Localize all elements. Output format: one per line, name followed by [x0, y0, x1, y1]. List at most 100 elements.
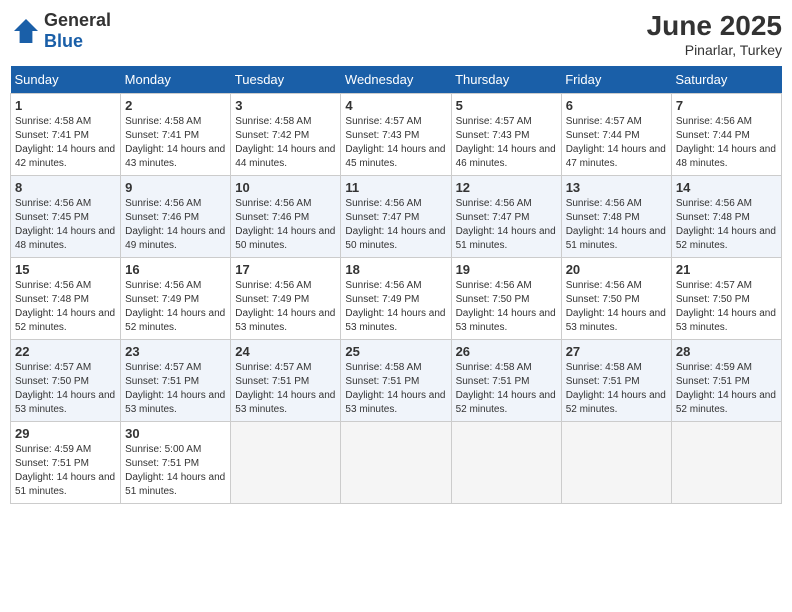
day-number: 21 [676, 262, 777, 277]
calendar-cell: 26 Sunrise: 4:58 AMSunset: 7:51 PMDayligh… [451, 340, 561, 422]
day-number: 1 [15, 98, 116, 113]
logo-blue-text: Blue [44, 31, 83, 51]
day-number: 23 [125, 344, 226, 359]
page-header: General Blue June 2025 Pinarlar, Turkey [10, 10, 782, 58]
day-number: 14 [676, 180, 777, 195]
day-number: 2 [125, 98, 226, 113]
day-info: Sunrise: 4:57 AMSunset: 7:50 PMDaylight:… [676, 279, 777, 335]
calendar-cell: 10 Sunrise: 4:56 AMSunset: 7:46 PMDayligh… [231, 176, 341, 258]
day-info: Sunrise: 4:58 AMSunset: 7:41 PMDaylight:… [15, 115, 116, 171]
calendar-cell: 24Sunrise: 4:57 AMSunset: 7:51 PMDayligh… [231, 340, 341, 422]
day-number: 20 [566, 262, 667, 277]
calendar-cell: 28 Sunrise: 4:59 AMSunset: 7:51 PMDayligh… [671, 340, 781, 422]
calendar-cell: 23 Sunrise: 4:57 AMSunset: 7:51 PMDayligh… [121, 340, 231, 422]
day-number: 13 [566, 180, 667, 195]
day-info: Sunrise: 5:00 AMSunset: 7:51 PMDaylight:… [125, 443, 226, 499]
calendar-cell: 14 Sunrise: 4:56 AMSunset: 7:48 PMDayligh… [671, 176, 781, 258]
day-info: Sunrise: 4:56 AMSunset: 7:49 PMDaylight:… [125, 279, 226, 335]
calendar-cell [341, 422, 451, 504]
day-info: Sunrise: 4:56 AMSunset: 7:50 PMDaylight:… [456, 279, 557, 335]
day-info: Sunrise: 4:56 AMSunset: 7:49 PMDaylight:… [235, 279, 336, 335]
calendar-cell: 4 Sunrise: 4:57 AMSunset: 7:43 PMDaylight… [341, 94, 451, 176]
day-info: Sunrise: 4:56 AMSunset: 7:48 PMDaylight:… [676, 197, 777, 253]
calendar-cell: 2 Sunrise: 4:58 AMSunset: 7:41 PMDaylight… [121, 94, 231, 176]
day-number: 6 [566, 98, 667, 113]
calendar-cell: 7 Sunrise: 4:56 AMSunset: 7:44 PMDaylight… [671, 94, 781, 176]
weekday-header-row: SundayMondayTuesdayWednesdayThursdayFrid… [11, 66, 782, 94]
day-number: 27 [566, 344, 667, 359]
day-number: 10 [235, 180, 336, 195]
day-info: Sunrise: 4:57 AMSunset: 7:51 PMDaylight:… [125, 361, 226, 417]
weekday-header-monday: Monday [121, 66, 231, 94]
day-info: Sunrise: 4:56 AMSunset: 7:46 PMDaylight:… [235, 197, 336, 253]
day-info: Sunrise: 4:58 AMSunset: 7:51 PMDaylight:… [456, 361, 557, 417]
weekday-header-thursday: Thursday [451, 66, 561, 94]
calendar-cell: 20 Sunrise: 4:56 AMSunset: 7:50 PMDayligh… [561, 258, 671, 340]
calendar-cell: 15 Sunrise: 4:56 AMSunset: 7:48 PMDayligh… [11, 258, 121, 340]
logo-general-text: General [44, 10, 111, 30]
day-number: 4 [345, 98, 446, 113]
calendar-cell: 9 Sunrise: 4:56 AMSunset: 7:46 PMDaylight… [121, 176, 231, 258]
logo: General Blue [10, 10, 111, 52]
calendar-cell: 18 Sunrise: 4:56 AMSunset: 7:49 PMDayligh… [341, 258, 451, 340]
day-number: 17 [235, 262, 336, 277]
day-number: 26 [456, 344, 557, 359]
day-number: 16 [125, 262, 226, 277]
day-info: Sunrise: 4:56 AMSunset: 7:49 PMDaylight:… [345, 279, 446, 335]
weekday-header-tuesday: Tuesday [231, 66, 341, 94]
calendar-cell: 5 Sunrise: 4:57 AMSunset: 7:43 PMDaylight… [451, 94, 561, 176]
day-info: Sunrise: 4:56 AMSunset: 7:44 PMDaylight:… [676, 115, 777, 171]
day-number: 11 [345, 180, 446, 195]
day-number: 25 [345, 344, 446, 359]
day-number: 5 [456, 98, 557, 113]
day-info: Sunrise: 4:56 AMSunset: 7:47 PMDaylight:… [345, 197, 446, 253]
calendar-cell: 21 Sunrise: 4:57 AMSunset: 7:50 PMDayligh… [671, 258, 781, 340]
calendar-cell: 27Sunrise: 4:58 AMSunset: 7:51 PMDayligh… [561, 340, 671, 422]
calendar-table: SundayMondayTuesdayWednesdayThursdayFrid… [10, 66, 782, 504]
day-info: Sunrise: 4:56 AMSunset: 7:50 PMDaylight:… [566, 279, 667, 335]
calendar-week-row: 29Sunrise: 4:59 AMSunset: 7:51 PMDayligh… [11, 422, 782, 504]
day-number: 18 [345, 262, 446, 277]
day-info: Sunrise: 4:59 AMSunset: 7:51 PMDaylight:… [676, 361, 777, 417]
day-number: 8 [15, 180, 116, 195]
day-info: Sunrise: 4:58 AMSunset: 7:42 PMDaylight:… [235, 115, 336, 171]
weekday-header-friday: Friday [561, 66, 671, 94]
day-info: Sunrise: 4:56 AMSunset: 7:47 PMDaylight:… [456, 197, 557, 253]
day-number: 29 [15, 426, 116, 441]
calendar-cell [561, 422, 671, 504]
day-number: 28 [676, 344, 777, 359]
calendar-week-row: 15 Sunrise: 4:56 AMSunset: 7:48 PMDayligh… [11, 258, 782, 340]
weekday-header-wednesday: Wednesday [341, 66, 451, 94]
day-info: Sunrise: 4:56 AMSunset: 7:46 PMDaylight:… [125, 197, 226, 253]
calendar-cell: 22Sunrise: 4:57 AMSunset: 7:50 PMDayligh… [11, 340, 121, 422]
day-info: Sunrise: 4:57 AMSunset: 7:43 PMDaylight:… [345, 115, 446, 171]
calendar-cell: 3 Sunrise: 4:58 AMSunset: 7:42 PMDaylight… [231, 94, 341, 176]
day-number: 24 [235, 344, 336, 359]
weekday-header-saturday: Saturday [671, 66, 781, 94]
calendar-cell [671, 422, 781, 504]
calendar-cell [231, 422, 341, 504]
calendar-cell: 19 Sunrise: 4:56 AMSunset: 7:50 PMDayligh… [451, 258, 561, 340]
day-number: 15 [15, 262, 116, 277]
day-number: 19 [456, 262, 557, 277]
day-info: Sunrise: 4:56 AMSunset: 7:48 PMDaylight:… [15, 279, 116, 335]
calendar-cell [451, 422, 561, 504]
day-number: 3 [235, 98, 336, 113]
location-title: Pinarlar, Turkey [647, 42, 782, 58]
weekday-header-sunday: Sunday [11, 66, 121, 94]
day-info: Sunrise: 4:56 AMSunset: 7:45 PMDaylight:… [15, 197, 116, 253]
day-info: Sunrise: 4:57 AMSunset: 7:43 PMDaylight:… [456, 115, 557, 171]
day-number: 9 [125, 180, 226, 195]
day-number: 30 [125, 426, 226, 441]
title-section: June 2025 Pinarlar, Turkey [647, 10, 782, 58]
day-number: 7 [676, 98, 777, 113]
day-info: Sunrise: 4:58 AMSunset: 7:41 PMDaylight:… [125, 115, 226, 171]
calendar-cell: 6 Sunrise: 4:57 AMSunset: 7:44 PMDaylight… [561, 94, 671, 176]
calendar-cell: 13Sunrise: 4:56 AMSunset: 7:48 PMDayligh… [561, 176, 671, 258]
calendar-cell: 11 Sunrise: 4:56 AMSunset: 7:47 PMDayligh… [341, 176, 451, 258]
calendar-cell: 1 Sunrise: 4:58 AMSunset: 7:41 PMDaylight… [11, 94, 121, 176]
day-info: Sunrise: 4:57 AMSunset: 7:44 PMDaylight:… [566, 115, 667, 171]
calendar-cell: 29Sunrise: 4:59 AMSunset: 7:51 PMDayligh… [11, 422, 121, 504]
calendar-cell: 8 Sunrise: 4:56 AMSunset: 7:45 PMDaylight… [11, 176, 121, 258]
calendar-week-row: 1 Sunrise: 4:58 AMSunset: 7:41 PMDaylight… [11, 94, 782, 176]
